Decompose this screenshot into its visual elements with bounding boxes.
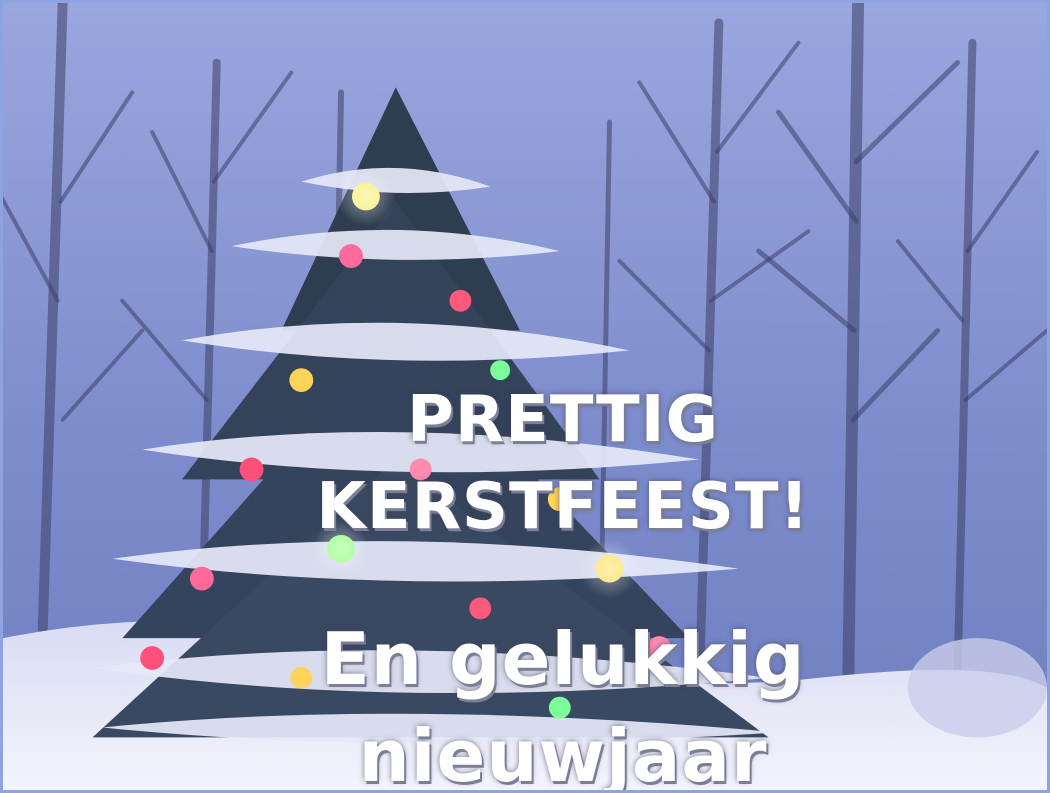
greeting-line-1: PRETTIG [406,383,720,457]
artist-signature: AJ ® [973,738,995,748]
greeting-line-3: En gelukkig [320,617,806,701]
greeting-line-4: nieuwjaar [358,714,768,793]
greeting-line-2: KERSTFEEST! [316,470,810,544]
christmas-card: PRETTIG KERSTFEEST! En gelukkig nieuwjaa… [0,0,1050,793]
